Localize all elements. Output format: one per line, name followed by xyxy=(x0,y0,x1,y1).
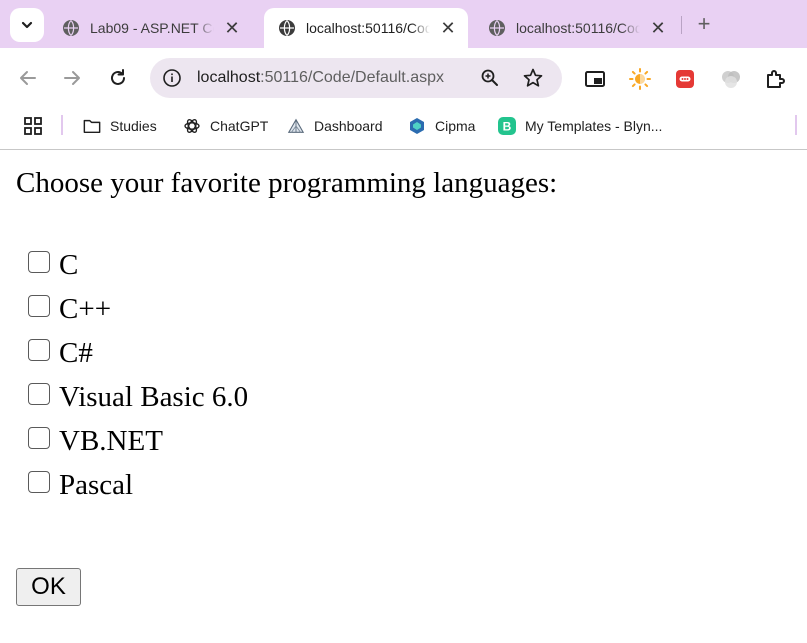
tab-title: localhost:50116/Code xyxy=(306,20,430,36)
tab-title: localhost:50116/Code xyxy=(516,20,640,36)
extension-circles-icon[interactable] xyxy=(719,67,743,91)
bookmark-label: Cipma xyxy=(435,118,476,134)
extension-red-icon[interactable] xyxy=(673,67,697,91)
language-option-csharp[interactable]: C# xyxy=(28,331,248,375)
url-path: :50116/Code/Default.aspx xyxy=(260,69,444,86)
site-info-icon[interactable] xyxy=(162,68,182,88)
bookmark-separator xyxy=(795,115,797,135)
url-text[interactable]: localhost:50116/Code/Default.aspx xyxy=(197,69,444,87)
svg-text:B: B xyxy=(503,120,512,134)
checkbox[interactable] xyxy=(28,339,50,361)
url-host: localhost xyxy=(197,69,261,86)
bookmark-label: Dashboard xyxy=(314,118,383,134)
reload-button[interactable] xyxy=(102,62,134,94)
sun-icon[interactable] xyxy=(628,67,652,91)
address-bar[interactable]: localhost:50116/Code/Default.aspx xyxy=(150,58,562,98)
blynk-icon: B xyxy=(498,117,516,135)
bookmark-dashboard[interactable]: Dashboard xyxy=(287,114,383,138)
close-icon[interactable]: ✕ xyxy=(438,18,458,38)
bookmark-star-icon[interactable] xyxy=(522,67,544,89)
tab-strip: Lab09 - ASP.NET Core ✕ localhost:50116/C… xyxy=(0,0,807,48)
chevron-down-icon xyxy=(21,21,33,29)
language-option-c[interactable]: C xyxy=(28,243,248,287)
tab-lab09[interactable]: Lab09 - ASP.NET Core ✕ xyxy=(48,8,258,48)
bookmarks-bar: Studies ChatGPT Dashboard Cipma B My Tem… xyxy=(0,110,807,150)
bookmark-label: Studies xyxy=(110,118,157,134)
plus-icon: + xyxy=(697,11,711,36)
tab-localhost[interactable]: localhost:50116/Code ✕ xyxy=(474,8,678,48)
bookmark-separator xyxy=(61,115,63,135)
tab-localhost-active[interactable]: localhost:50116/Code ✕ xyxy=(264,8,468,48)
language-option-vbnet[interactable]: VB.NET xyxy=(28,419,248,463)
checkbox[interactable] xyxy=(28,295,50,317)
arrow-left-icon xyxy=(20,71,36,85)
arrow-right-icon xyxy=(64,71,80,85)
tab-title: Lab09 - ASP.NET Core xyxy=(90,20,214,36)
bookmark-studies[interactable]: Studies xyxy=(83,114,157,138)
checkbox[interactable] xyxy=(28,471,50,493)
bookmark-cipma[interactable]: Cipma xyxy=(408,114,475,138)
chatgpt-icon xyxy=(183,117,201,135)
bookmark-my-templates[interactable]: B My Templates - Blyn... xyxy=(498,114,662,138)
close-icon[interactable]: ✕ xyxy=(222,18,242,38)
page-content: Choose your favorite programming languag… xyxy=(0,151,807,643)
tab-divider xyxy=(681,16,682,34)
bookmark-chatgpt[interactable]: ChatGPT xyxy=(183,114,268,138)
language-label[interactable]: Pascal xyxy=(59,469,133,502)
language-label[interactable]: C xyxy=(59,249,78,282)
language-label[interactable]: VB.NET xyxy=(59,425,163,458)
close-icon[interactable]: ✕ xyxy=(648,18,668,38)
language-label[interactable]: C# xyxy=(59,337,93,370)
checkbox[interactable] xyxy=(28,251,50,273)
checkbox[interactable] xyxy=(28,427,50,449)
forward-button[interactable] xyxy=(56,62,88,94)
language-option-vb6[interactable]: Visual Basic 6.0 xyxy=(28,375,248,419)
zoom-icon[interactable] xyxy=(480,68,500,88)
tab-search-button[interactable] xyxy=(10,8,44,42)
ok-button[interactable]: OK xyxy=(16,568,81,606)
toolbar: localhost:50116/Code/Default.aspx xyxy=(0,48,807,110)
globe-icon xyxy=(488,19,506,37)
back-button[interactable] xyxy=(12,62,44,94)
page-prompt: Choose your favorite programming languag… xyxy=(16,167,558,199)
extensions-puzzle-icon[interactable] xyxy=(764,67,788,91)
bookmark-label: My Templates - Blyn... xyxy=(525,118,663,134)
globe-icon xyxy=(278,19,296,37)
apps-grid-icon[interactable] xyxy=(23,116,43,136)
globe-icon xyxy=(62,19,80,37)
picture-in-picture-icon[interactable] xyxy=(583,67,607,91)
new-tab-button[interactable]: + xyxy=(690,10,718,38)
bookmark-label: ChatGPT xyxy=(210,118,269,134)
language-checkbox-list: C C++ C# Visual Basic 6.0 VB.NET Pascal xyxy=(28,243,248,507)
folder-icon xyxy=(83,117,101,135)
dashboard-icon xyxy=(287,117,305,135)
cipma-icon xyxy=(408,117,426,135)
language-label[interactable]: Visual Basic 6.0 xyxy=(59,381,248,414)
language-option-cpp[interactable]: C++ xyxy=(28,287,248,331)
language-option-pascal[interactable]: Pascal xyxy=(28,463,248,507)
language-label[interactable]: C++ xyxy=(59,293,111,326)
reload-icon xyxy=(111,69,125,85)
checkbox[interactable] xyxy=(28,383,50,405)
